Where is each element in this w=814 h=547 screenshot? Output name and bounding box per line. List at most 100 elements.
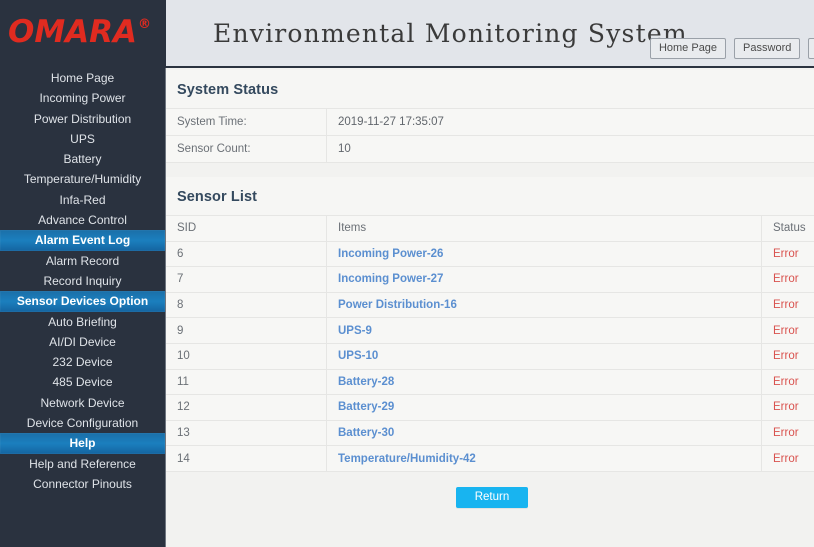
system-status-title: System Status xyxy=(166,70,814,108)
cell-items: Incoming Power-26 xyxy=(327,241,762,267)
cell-status: Error xyxy=(762,241,814,267)
sensor-list-panel: Sensor List SID Items Status 6 Incoming P… xyxy=(166,177,814,472)
sidebar-item-sensor-devices-option[interactable]: Sensor Devices Option xyxy=(0,291,165,311)
sidebar-item-alarm-record[interactable]: Alarm Record xyxy=(0,251,165,271)
status-badge: Error xyxy=(773,273,799,285)
system-status-table: System Time:2019-11-27 17:35:07Sensor Co… xyxy=(166,108,814,163)
sidebar-item-power-distribution[interactable]: Power Distribution xyxy=(0,109,165,129)
cell-status: Error xyxy=(762,318,814,344)
cell-items: Temperature/Humidity-42 xyxy=(327,446,762,472)
header-button-group: Home Page Password Logout xyxy=(650,38,814,59)
sidebar-item-help-and-reference[interactable]: Help and Reference xyxy=(0,454,165,474)
table-row: 14 Temperature/Humidity-42 Error xyxy=(166,446,814,472)
table-row: 11 Battery-28 Error xyxy=(166,369,814,395)
sidebar-item-infa-red[interactable]: Infa-Red xyxy=(0,190,165,210)
column-header-items: Items xyxy=(327,216,762,242)
logout-button[interactable]: Logout xyxy=(808,38,814,59)
sidebar-item-ai-di-device[interactable]: AI/DI Device xyxy=(0,332,165,352)
sidebar-item-ups[interactable]: UPS xyxy=(0,129,165,149)
return-button[interactable]: Return xyxy=(456,487,528,508)
table-row: 8 Power Distribution-16 Error xyxy=(166,292,814,318)
sidebar-item-device-configuration[interactable]: Device Configuration xyxy=(0,413,165,433)
cell-status: Error xyxy=(762,446,814,472)
sidebar-item-connector-pinouts[interactable]: Connector Pinouts xyxy=(0,474,165,494)
cell-status: Error xyxy=(762,369,814,395)
status-badge: Error xyxy=(773,299,799,311)
status-badge: Error xyxy=(773,248,799,260)
sensor-item-link[interactable]: Power Distribution-16 xyxy=(338,299,457,311)
sensor-item-link[interactable]: Incoming Power-26 xyxy=(338,248,443,260)
status-row: Sensor Count:10 xyxy=(166,136,814,163)
column-header-sid: SID xyxy=(166,216,327,242)
cell-status: Error xyxy=(762,292,814,318)
system-status-panel: System Status System Time:2019-11-27 17:… xyxy=(166,70,814,163)
sidebar-item-network-device[interactable]: Network Device xyxy=(0,393,165,413)
sidebar-item-232-device[interactable]: 232 Device xyxy=(0,352,165,372)
sensor-table-header-row: SID Items Status xyxy=(166,216,814,242)
cell-items: UPS-9 xyxy=(327,318,762,344)
cell-items: Battery-30 xyxy=(327,420,762,446)
cell-sid: 6 xyxy=(166,241,327,267)
sensor-item-link[interactable]: UPS-10 xyxy=(338,350,378,362)
cell-items: Incoming Power-27 xyxy=(327,267,762,293)
table-row: 6 Incoming Power-26 Error xyxy=(166,241,814,267)
sensor-list-table: SID Items Status 6 Incoming Power-26 Error… xyxy=(166,215,814,472)
sidebar-item-incoming-power[interactable]: Incoming Power xyxy=(0,88,165,108)
cell-sid: 14 xyxy=(166,446,327,472)
cell-status: Error xyxy=(762,267,814,293)
app-header: OMARA® Environmental Monitoring System H… xyxy=(0,0,814,68)
table-row: 12 Battery-29 Error xyxy=(166,395,814,421)
cell-items: Power Distribution-16 xyxy=(327,292,762,318)
password-button[interactable]: Password xyxy=(734,38,800,59)
cell-sid: 10 xyxy=(166,343,327,369)
status-badge: Error xyxy=(773,427,799,439)
cell-items: UPS-10 xyxy=(327,343,762,369)
sidebar-item-auto-briefing[interactable]: Auto Briefing xyxy=(0,312,165,332)
table-row: 10 UPS-10 Error xyxy=(166,343,814,369)
sensor-item-link[interactable]: Battery-29 xyxy=(338,401,394,413)
sensor-item-link[interactable]: Incoming Power-27 xyxy=(338,273,443,285)
status-badge: Error xyxy=(773,401,799,413)
status-label: Sensor Count: xyxy=(166,136,327,163)
sidebar-item-battery[interactable]: Battery xyxy=(0,149,165,169)
action-bar: Return xyxy=(166,472,814,524)
brand-logo: OMARA® xyxy=(0,0,166,66)
status-value: 2019-11-27 17:35:07 xyxy=(327,109,814,136)
home-page-button[interactable]: Home Page xyxy=(650,38,726,59)
table-row: 7Incoming Power-27Error xyxy=(166,267,814,293)
cell-sid: 13 xyxy=(166,420,327,446)
panel-divider xyxy=(166,163,814,177)
logo-wordmark: OMARA xyxy=(8,14,137,50)
sensor-item-link[interactable]: Temperature/Humidity-42 xyxy=(338,453,476,465)
app-root: OMARA® Environmental Monitoring System H… xyxy=(0,0,814,547)
cell-sid: 8 xyxy=(166,292,327,318)
sensor-item-link[interactable]: Battery-28 xyxy=(338,376,394,388)
sidebar-item-advance-control[interactable]: Advance Control xyxy=(0,210,165,230)
sensor-item-link[interactable]: Battery-30 xyxy=(338,427,394,439)
sensor-item-link[interactable]: UPS-9 xyxy=(338,325,372,337)
sidebar-item-temperature-humidity[interactable]: Temperature/Humidity xyxy=(0,169,165,189)
sidebar-item-home-page[interactable]: Home Page xyxy=(0,68,165,88)
status-row: System Time:2019-11-27 17:35:07 xyxy=(166,109,814,136)
sidebar-item-help[interactable]: Help xyxy=(0,433,165,453)
logo-text: OMARA® xyxy=(8,17,150,48)
status-value: 10 xyxy=(327,136,814,163)
cell-sid: 9 xyxy=(166,318,327,344)
cell-items: Battery-28 xyxy=(327,369,762,395)
sensor-table-head: SID Items Status xyxy=(166,216,814,242)
status-badge: Error xyxy=(773,376,799,388)
cell-sid: 12 xyxy=(166,395,327,421)
cell-status: Error xyxy=(762,343,814,369)
sensor-list-title: Sensor List xyxy=(166,177,814,215)
sidebar-nav: Home PageIncoming PowerPower Distributio… xyxy=(0,68,166,547)
cell-status: Error xyxy=(762,395,814,421)
sidebar-item-record-inquiry[interactable]: Record Inquiry xyxy=(0,271,165,291)
registered-trademark-icon: ® xyxy=(138,17,151,32)
page-title: Environmental Monitoring System xyxy=(213,19,688,48)
status-badge: Error xyxy=(773,453,799,465)
table-row: 9 UPS-9 Error xyxy=(166,318,814,344)
cell-items: Battery-29 xyxy=(327,395,762,421)
sidebar-item-485-device[interactable]: 485 Device xyxy=(0,372,165,392)
sidebar-item-alarm-event-log[interactable]: Alarm Event Log xyxy=(0,230,165,250)
cell-sid: 11 xyxy=(166,369,327,395)
